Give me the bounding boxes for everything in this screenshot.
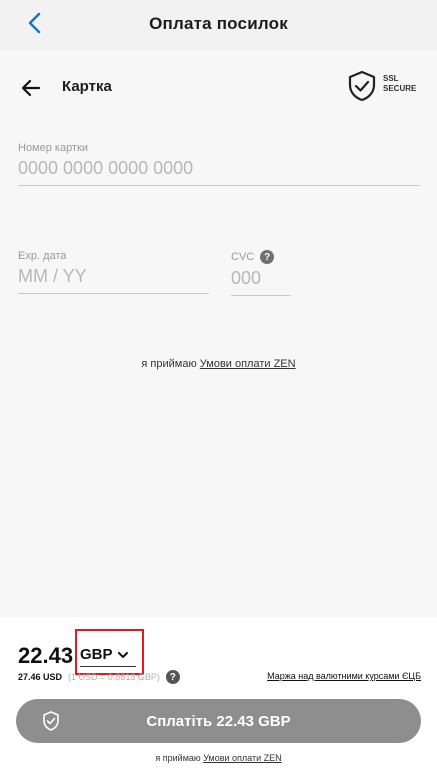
pay-button-label: Сплатіть 22.43 GBP: [146, 712, 291, 730]
cvc-label-row: CVC ?: [231, 250, 291, 264]
total-amount: 22.43: [18, 643, 74, 668]
page-title: Оплата посилок: [149, 14, 288, 33]
card-section-title: Картка: [62, 78, 112, 95]
rate-help-icon[interactable]: ?: [165, 670, 180, 684]
expiry-input[interactable]: MM / YY: [18, 266, 209, 294]
shield-check-icon: [348, 70, 376, 102]
bottom-terms-prefix: я приймаю: [155, 753, 201, 763]
cvc-input[interactable]: 000: [231, 268, 291, 296]
ssl-line-2: SECURE: [383, 84, 417, 93]
cvc-field: CVC ? 000: [231, 250, 291, 296]
exchange-rate-part1: (1 USD = 0.8: [68, 672, 121, 682]
bottom-terms-link[interactable]: Умови оплати ZEN: [203, 753, 281, 763]
ecb-margin-link[interactable]: Маржа над валютними курсами ЄЦБ: [267, 671, 421, 681]
exchange-rate: (1 USD = 0.8813 GBP): [68, 672, 160, 682]
card-number-field: Номер картки 0000 0000 0000 0000: [18, 142, 420, 186]
payment-summary: 22.43 GBP 27.46 USD (1 USD = 0.8813 GBP)…: [0, 617, 437, 778]
arrow-left-icon[interactable]: [20, 77, 42, 99]
help-icon[interactable]: ?: [260, 250, 275, 264]
currency-value: GBP: [80, 646, 113, 663]
terms-line: я приймаю Умови оплати ZEN: [0, 358, 437, 370]
exchange-rate-part2: 813 GBP): [120, 672, 160, 682]
ssl-line-1: SSL: [383, 74, 399, 83]
ssl-secure-badge: SSL SECURE: [383, 74, 416, 94]
currency-dropdown[interactable]: GBP: [80, 643, 136, 667]
cvc-label: CVC: [231, 251, 255, 263]
top-bar: Оплата посилок: [0, 0, 437, 50]
chevron-down-icon: [117, 651, 128, 658]
terms-link[interactable]: Умови оплати ZEN: [200, 358, 296, 370]
converted-amount-row: 27.46 USD (1 USD = 0.8813 GBP) ?: [18, 670, 180, 684]
expiry-label: Exp. дата: [18, 250, 67, 262]
card-number-label: Номер картки: [18, 142, 88, 154]
card-header: Картка SSL SECURE: [0, 70, 437, 106]
usd-amount: 27.46 USD: [18, 672, 63, 682]
terms-prefix: я приймаю: [141, 358, 197, 370]
bottom-terms-line: я приймаю Умови оплати ZEN: [0, 753, 437, 763]
pay-button[interactable]: Сплатіть 22.43 GBP: [16, 699, 421, 743]
shield-check-icon: [43, 711, 59, 731]
expiry-field: Exp. дата MM / YY: [18, 250, 209, 294]
payment-form: Картка SSL SECURE Номер картки 0000 0000…: [0, 50, 437, 617]
card-number-input[interactable]: 0000 0000 0000 0000: [18, 158, 420, 186]
